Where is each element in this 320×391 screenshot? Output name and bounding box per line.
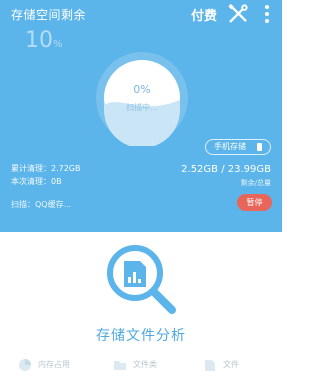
file-analysis-magnifier-icon[interactable] <box>103 241 179 317</box>
scan-progress-gauge <box>96 52 188 146</box>
cleaned-total: 累计清理：2.72GB <box>11 164 81 173</box>
analysis-label[interactable]: 存储文件分析 <box>0 325 282 345</box>
more-vertical-icon[interactable] <box>263 4 271 24</box>
file-icon <box>205 360 215 371</box>
pie-chart-icon <box>19 359 31 371</box>
pay-button[interactable]: 付费 <box>191 5 217 24</box>
tab-files-label: 文件 <box>223 360 239 369</box>
storage-overview-panel: 存储空间剩余 付费 10% 0% 扫描中... 手机存储 累计清理：2.72GB… <box>0 0 282 232</box>
folder-icon <box>114 361 126 370</box>
wrench-screwdriver-icon[interactable] <box>227 3 249 25</box>
storage-selector-label: 手机存储 <box>214 142 246 151</box>
storage-selector-button[interactable]: 手机存储 <box>205 139 271 155</box>
cleaned-now: 本次清理：0B <box>11 177 62 186</box>
page-title: 存储空间剩余 <box>11 8 87 22</box>
scan-status: 扫描中... <box>126 103 158 112</box>
phone-icon <box>257 143 262 151</box>
storage-capacity-label: 剩余/总量 <box>240 179 271 187</box>
tab-file-types-label: 文件类 <box>133 360 157 369</box>
scan-progress-value: 0% <box>133 83 151 96</box>
free-percent-unit: % <box>53 39 63 50</box>
pause-button[interactable]: 暂停 <box>237 194 272 211</box>
free-percent-value: 10 <box>25 28 53 53</box>
storage-capacity: 2.52GB / 23.99GB <box>181 164 271 175</box>
free-percent: 10% <box>25 28 63 53</box>
tab-memory-usage-label: 内存占用 <box>38 360 70 369</box>
scan-target: 扫描：QQ缓存... <box>11 200 72 209</box>
